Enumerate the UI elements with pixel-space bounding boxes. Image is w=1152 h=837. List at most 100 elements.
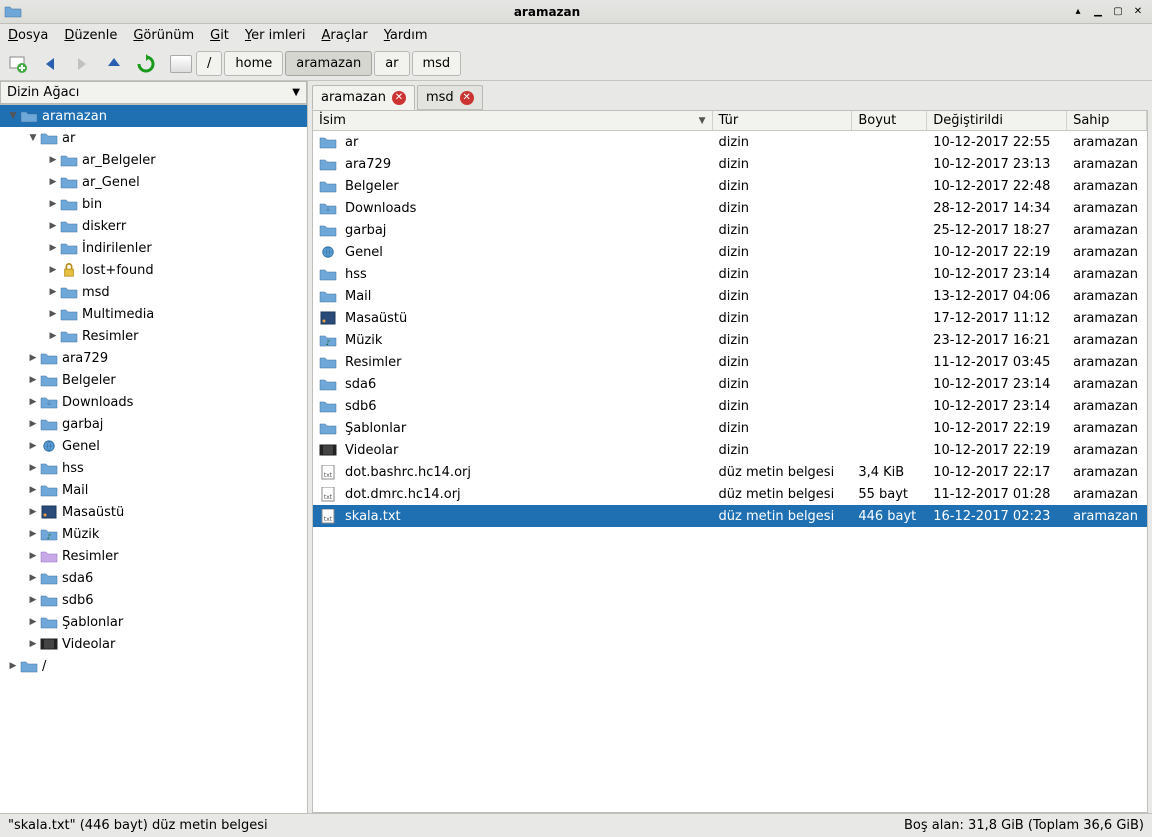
forward-button[interactable]: [70, 52, 94, 76]
file-row[interactable]: Maildizin13-12-2017 04:06aramazan: [313, 285, 1147, 307]
tab[interactable]: aramazan✕: [312, 85, 415, 110]
expander-icon[interactable]: ▶: [26, 419, 40, 429]
tree-node[interactable]: ▶sda6: [0, 567, 307, 589]
tree-node[interactable]: ▶Videolar: [0, 633, 307, 655]
file-row[interactable]: Resimlerdizin11-12-2017 03:45aramazan: [313, 351, 1147, 373]
crumb-aramazan[interactable]: aramazan: [285, 51, 372, 76]
expander-icon[interactable]: ▶: [46, 243, 60, 253]
tree-node[interactable]: ▶İndirilenler: [0, 237, 307, 259]
tree-node[interactable]: ▶sdb6: [0, 589, 307, 611]
file-row[interactable]: Belgelerdizin10-12-2017 22:48aramazan: [313, 175, 1147, 197]
tree-node[interactable]: ▶ara729: [0, 347, 307, 369]
expander-icon[interactable]: ▶: [26, 441, 40, 451]
menu-help[interactable]: Yardım: [384, 28, 428, 43]
up-button[interactable]: [102, 52, 126, 76]
expander-icon[interactable]: ▶: [46, 221, 60, 231]
menu-edit[interactable]: Düzenle: [64, 28, 117, 43]
tree-node[interactable]: ▶♪Müzik: [0, 523, 307, 545]
column-owner[interactable]: Sahip: [1067, 111, 1147, 130]
tree-node[interactable]: ▼ar: [0, 127, 307, 149]
file-row[interactable]: ardizin10-12-2017 22:55aramazan: [313, 131, 1147, 153]
expander-icon[interactable]: ▶: [46, 199, 60, 209]
expander-icon[interactable]: ▶: [26, 375, 40, 385]
column-modified[interactable]: Değiştirildi: [927, 111, 1067, 130]
tab[interactable]: msd✕: [417, 85, 483, 110]
expander-icon[interactable]: ▶: [46, 177, 60, 187]
menu-tools[interactable]: Araçlar: [321, 28, 367, 43]
column-type[interactable]: Tür: [713, 111, 853, 130]
file-row[interactable]: sdb6dizin10-12-2017 23:14aramazan: [313, 395, 1147, 417]
tree-node[interactable]: ▶Downloads: [0, 391, 307, 413]
new-tab-button[interactable]: [6, 52, 30, 76]
close-button[interactable]: ✕: [1128, 4, 1148, 20]
reload-button[interactable]: [134, 52, 158, 76]
expander-icon[interactable]: ▶: [26, 353, 40, 363]
expander-icon[interactable]: ▶: [26, 397, 40, 407]
tree-node[interactable]: ▶hss: [0, 457, 307, 479]
file-row[interactable]: txtdot.bashrc.hc14.orjdüz metin belgesi3…: [313, 461, 1147, 483]
rollup-button[interactable]: ▴: [1068, 4, 1088, 20]
menu-view[interactable]: Görünüm: [133, 28, 194, 43]
expander-icon[interactable]: ▶: [26, 463, 40, 473]
tree-node[interactable]: ▶Multimedia: [0, 303, 307, 325]
crumb-root[interactable]: /: [196, 51, 222, 76]
file-row[interactable]: hssdizin10-12-2017 23:14aramazan: [313, 263, 1147, 285]
tree-node[interactable]: ▶lost+found: [0, 259, 307, 281]
tree-node[interactable]: ▶ar_Genel: [0, 171, 307, 193]
expander-icon[interactable]: ▶: [46, 309, 60, 319]
expander-icon[interactable]: ▶: [46, 265, 60, 275]
tree-node[interactable]: ▶/: [0, 655, 307, 677]
disk-icon[interactable]: [170, 55, 192, 73]
expander-icon[interactable]: ▶: [46, 331, 60, 341]
expander-icon[interactable]: ▶: [26, 507, 40, 517]
tree-node[interactable]: ▶Masaüstü: [0, 501, 307, 523]
file-row[interactable]: ara729dizin10-12-2017 23:13aramazan: [313, 153, 1147, 175]
expander-icon[interactable]: ▶: [26, 595, 40, 605]
menu-go[interactable]: Git: [210, 28, 229, 43]
tree-node[interactable]: ▶ar_Belgeler: [0, 149, 307, 171]
minimize-button[interactable]: ▁: [1088, 4, 1108, 20]
file-row[interactable]: garbajdizin25-12-2017 18:27aramazan: [313, 219, 1147, 241]
tree-node[interactable]: ▶Resimler: [0, 545, 307, 567]
tree-node[interactable]: ▶Resimler: [0, 325, 307, 347]
expander-icon[interactable]: ▶: [26, 573, 40, 583]
expander-icon[interactable]: ▶: [26, 617, 40, 627]
file-rows[interactable]: ardizin10-12-2017 22:55aramazanara729diz…: [313, 131, 1147, 812]
tree-node[interactable]: ▼aramazan: [0, 105, 307, 127]
tree-node[interactable]: ▶diskerr: [0, 215, 307, 237]
expander-icon[interactable]: ▶: [46, 155, 60, 165]
tree-node[interactable]: ▶msd: [0, 281, 307, 303]
expander-icon[interactable]: ▶: [26, 551, 40, 561]
column-size[interactable]: Boyut: [852, 111, 927, 130]
expander-icon[interactable]: ▼: [26, 133, 40, 143]
expander-icon[interactable]: ▶: [26, 529, 40, 539]
file-row[interactable]: Masaüstüdizin17-12-2017 11:12aramazan: [313, 307, 1147, 329]
tab-close-icon[interactable]: ✕: [392, 91, 406, 105]
expander-icon[interactable]: ▼: [6, 111, 20, 121]
crumb-ar[interactable]: ar: [374, 51, 409, 76]
expander-icon[interactable]: ▶: [46, 287, 60, 297]
tree-node[interactable]: ▶Belgeler: [0, 369, 307, 391]
file-row[interactable]: txtskala.txtdüz metin belgesi446 bayt16-…: [313, 505, 1147, 527]
tree-node[interactable]: ▶bin: [0, 193, 307, 215]
maximize-button[interactable]: ▢: [1108, 4, 1128, 20]
directory-tree[interactable]: ▼aramazan▼ar▶ar_Belgeler▶ar_Genel▶bin▶di…: [0, 104, 307, 813]
tree-node[interactable]: ▶Şablonlar: [0, 611, 307, 633]
crumb-home[interactable]: home: [224, 51, 283, 76]
menu-file[interactable]: Dosya: [8, 28, 48, 43]
crumb-msd[interactable]: msd: [412, 51, 462, 76]
tab-close-icon[interactable]: ✕: [460, 91, 474, 105]
tree-node[interactable]: ▶Mail: [0, 479, 307, 501]
menu-bookmarks[interactable]: Yer imleri: [245, 28, 306, 43]
tree-node[interactable]: ▶Genel: [0, 435, 307, 457]
file-row[interactable]: Geneldizin10-12-2017 22:19aramazan: [313, 241, 1147, 263]
back-button[interactable]: [38, 52, 62, 76]
file-row[interactable]: sda6dizin10-12-2017 23:14aramazan: [313, 373, 1147, 395]
expander-icon[interactable]: ▶: [6, 661, 20, 671]
column-name[interactable]: İsim▼: [313, 111, 713, 130]
tree-node[interactable]: ▶garbaj: [0, 413, 307, 435]
file-row[interactable]: ♪Müzikdizin23-12-2017 16:21aramazan: [313, 329, 1147, 351]
expander-icon[interactable]: ▶: [26, 485, 40, 495]
expander-icon[interactable]: ▶: [26, 639, 40, 649]
file-row[interactable]: txtdot.dmrc.hc14.orjdüz metin belgesi55 …: [313, 483, 1147, 505]
